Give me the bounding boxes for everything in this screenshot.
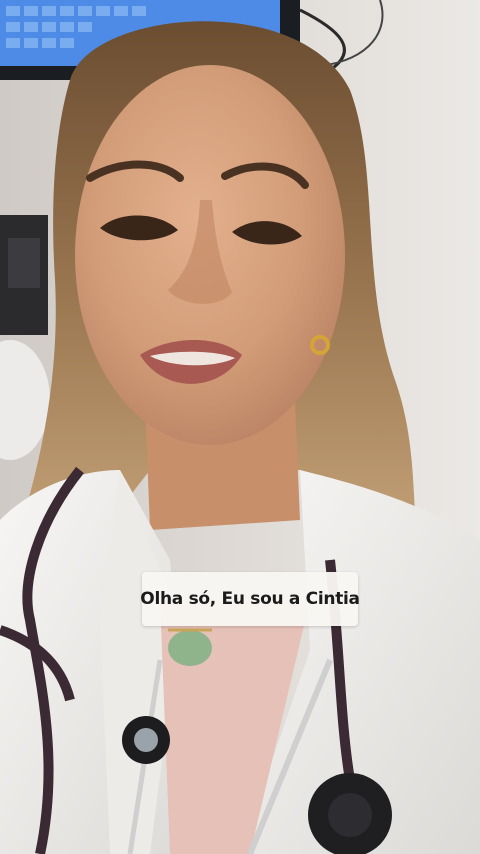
pendant [168, 630, 212, 666]
video-scene [0, 0, 480, 854]
video-frame: Olha só, Eu sou a Cintia [0, 0, 480, 854]
caption-text: Olha só, Eu sou a Cintia [140, 589, 360, 609]
caption-box: Olha só, Eu sou a Cintia [140, 572, 360, 626]
